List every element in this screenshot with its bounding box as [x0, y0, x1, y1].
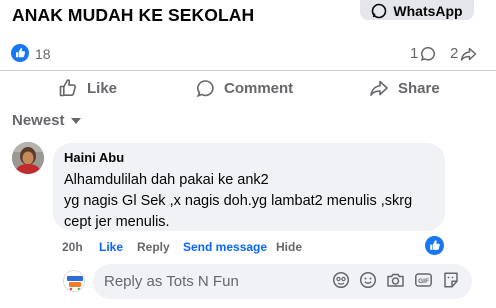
page-logo	[64, 271, 84, 291]
reaction-count[interactable]: 18	[35, 46, 51, 62]
comment-text-line: Alhamdulilah dah pakai ke ank2	[64, 172, 269, 188]
comment-icon	[421, 46, 436, 61]
whatsapp-label: WhatsApp	[393, 3, 463, 19]
post-title: ANAK MUDAH KE SEKOLAH	[12, 5, 255, 25]
camera-icon[interactable]	[386, 271, 405, 289]
like-button[interactable]: Like	[58, 77, 117, 99]
comment-count-value: 1	[410, 45, 419, 62]
comment-label: Comment	[224, 79, 294, 97]
comment-icon	[196, 79, 214, 97]
comment-button[interactable]: Comment	[196, 77, 293, 99]
share-count-value: 2	[450, 45, 459, 62]
avatar[interactable]	[12, 142, 44, 174]
comment-text-line: cept jer menulis.	[64, 214, 170, 230]
comment-timestamp[interactable]: 20h	[62, 240, 83, 256]
hide-comment-link[interactable]: Hide	[276, 240, 302, 256]
emoji-icon[interactable]	[359, 271, 377, 289]
like-reaction-icon[interactable]	[425, 236, 444, 255]
share-label: Share	[398, 79, 440, 97]
comment-text-line: yg nagis Gl Sek ,x nagis doh.yg lambat2 …	[64, 193, 413, 209]
avatar-photo	[12, 142, 44, 174]
page-avatar[interactable]	[63, 270, 85, 292]
chevron-down-icon	[70, 117, 81, 124]
divider	[0, 70, 496, 71]
sort-label: Newest	[12, 112, 65, 129]
whatsapp-icon	[372, 3, 387, 19]
sticker-icon[interactable]	[332, 271, 350, 289]
share-icon	[370, 80, 388, 96]
like-reaction-icon[interactable]	[11, 44, 29, 62]
composer-tools: GIF	[332, 271, 460, 289]
gif-icon[interactable]: GIF	[414, 271, 433, 289]
like-label: Like	[87, 79, 118, 97]
comment-reply-link[interactable]: Reply	[137, 240, 170, 256]
whatsapp-button[interactable]: WhatsApp	[360, 0, 474, 20]
share-button[interactable]: Share	[369, 77, 440, 99]
reply-placeholder: Reply as Tots N Fun	[104, 273, 239, 290]
sticker-square-icon[interactable]	[442, 271, 460, 289]
comment-count[interactable]: 1	[410, 45, 436, 62]
like-outline-icon	[59, 79, 76, 97]
commenter-name[interactable]: Haini Abu	[64, 150, 434, 166]
send-message-link[interactable]: Send message	[183, 240, 267, 256]
share-count[interactable]: 2	[450, 45, 477, 62]
sort-dropdown[interactable]: Newest	[12, 112, 81, 129]
svg-text:GIF: GIF	[418, 278, 429, 285]
comment-like-link[interactable]: Like	[99, 240, 123, 256]
share-icon	[461, 47, 477, 61]
comment-bubble: Haini Abu Alhamdulilah dah pakai ke ank2…	[53, 143, 445, 231]
